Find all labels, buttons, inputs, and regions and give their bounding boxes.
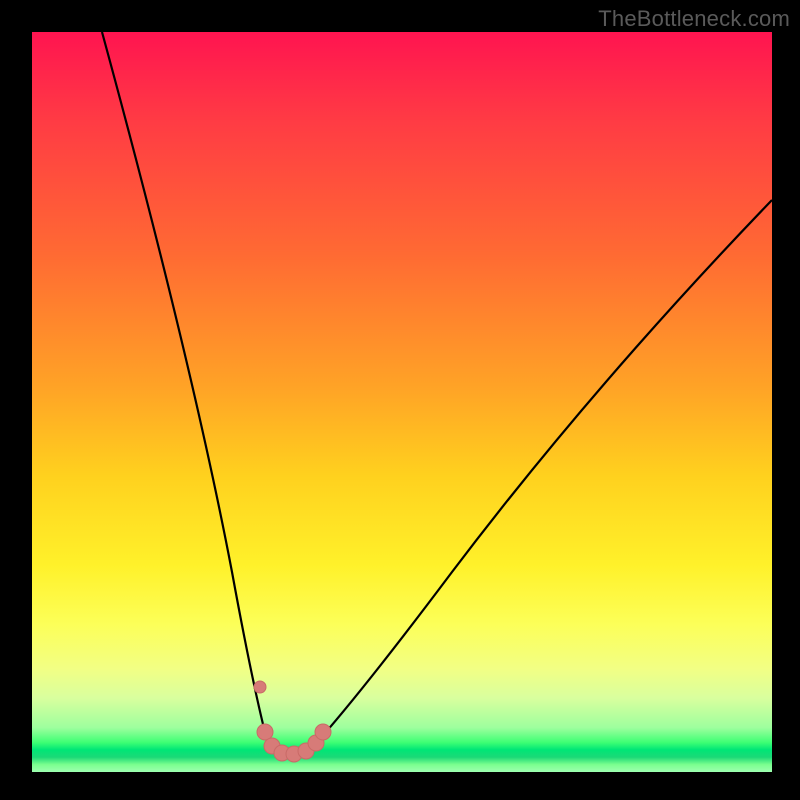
- curve-left-branch: [102, 32, 269, 748]
- valley-marker: [254, 681, 266, 693]
- chart-container: TheBottleneck.com: [0, 0, 800, 800]
- valley-marker: [257, 724, 273, 740]
- valley-marker: [315, 724, 331, 740]
- watermark-text: TheBottleneck.com: [598, 6, 790, 32]
- plot-area: [32, 32, 772, 772]
- curve-layer: [32, 32, 772, 772]
- curve-right-branch: [312, 200, 772, 748]
- valley-marker-group: [254, 681, 331, 762]
